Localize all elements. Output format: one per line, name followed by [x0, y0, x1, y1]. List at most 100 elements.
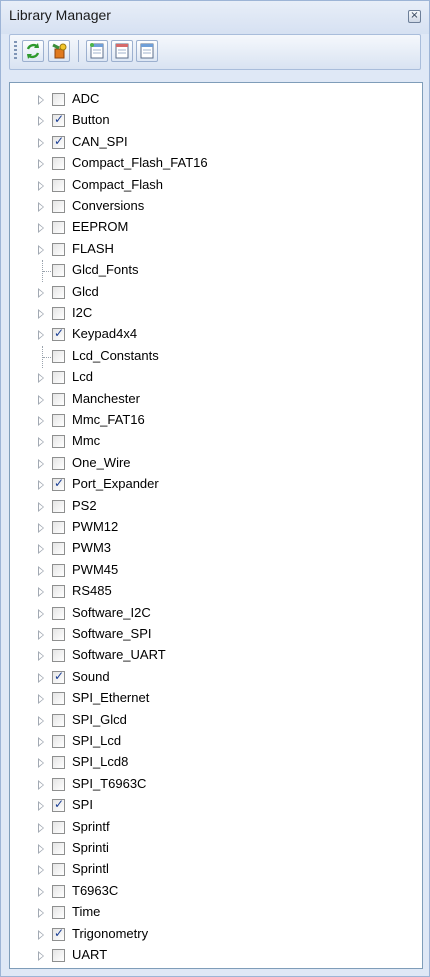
library-checkbox[interactable] — [52, 777, 65, 791]
library-checkbox[interactable] — [52, 585, 65, 599]
library-checkbox[interactable] — [52, 797, 65, 813]
expand-arrow-icon[interactable] — [38, 330, 44, 341]
expand-arrow-icon[interactable] — [38, 865, 44, 876]
library-row[interactable]: Compact_Flash — [10, 175, 422, 197]
expand-arrow-icon[interactable] — [38, 672, 44, 683]
expand-arrow-icon[interactable] — [38, 844, 44, 854]
library-row[interactable]: SPI_Lcd — [10, 731, 422, 753]
library-row[interactable]: PWM12 — [10, 517, 422, 539]
expand-arrow-icon[interactable] — [38, 886, 44, 897]
new-document-button[interactable] — [86, 40, 108, 62]
expand-arrow-icon[interactable] — [38, 737, 44, 747]
library-checkbox[interactable] — [52, 178, 65, 192]
library-row[interactable]: Lcd — [10, 367, 422, 389]
library-checkbox[interactable] — [52, 713, 65, 727]
library-checkbox[interactable] — [52, 392, 65, 406]
library-checkbox[interactable] — [52, 499, 65, 513]
library-tree[interactable]: ADC Button CAN_SPI Compact_Flash_FAT16 Compa… — [9, 82, 423, 969]
library-row[interactable]: Mmc — [10, 431, 422, 453]
expand-arrow-icon[interactable] — [38, 801, 44, 812]
library-row[interactable]: Glcd — [10, 282, 422, 304]
library-checkbox[interactable] — [52, 307, 65, 320]
library-row[interactable]: Software_UART — [10, 645, 422, 667]
expand-arrow-icon[interactable] — [38, 458, 44, 469]
library-checkbox[interactable] — [52, 414, 65, 427]
expand-arrow-icon[interactable] — [38, 394, 44, 405]
library-checkbox[interactable] — [52, 349, 65, 363]
library-row[interactable]: Lcd_Constants — [10, 345, 422, 368]
library-row[interactable]: SPI_T6963C — [10, 774, 422, 796]
library-row[interactable]: SPI_Ethernet — [10, 688, 422, 710]
expand-arrow-icon[interactable] — [38, 951, 44, 961]
expand-arrow-icon[interactable] — [38, 651, 44, 662]
library-row[interactable]: T6963C — [10, 881, 422, 903]
expand-arrow-icon[interactable] — [38, 223, 44, 234]
library-checkbox[interactable] — [52, 884, 65, 898]
library-row[interactable]: CAN_SPI — [10, 132, 422, 154]
library-checkbox[interactable] — [52, 456, 65, 470]
refresh-button[interactable] — [22, 40, 44, 62]
library-checkbox[interactable] — [52, 93, 65, 106]
library-checkbox[interactable] — [52, 842, 65, 855]
library-row[interactable]: PS2 — [10, 496, 422, 518]
library-row[interactable]: Manchester — [10, 389, 422, 411]
library-row[interactable]: PWM3 — [10, 538, 422, 560]
library-checkbox[interactable] — [52, 863, 65, 877]
expand-arrow-icon[interactable] — [38, 159, 44, 170]
expand-arrow-icon[interactable] — [38, 587, 44, 598]
expand-arrow-icon[interactable] — [38, 523, 44, 533]
save-document-button[interactable] — [136, 40, 158, 62]
library-row[interactable]: Software_SPI — [10, 624, 422, 646]
library-checkbox[interactable] — [52, 606, 65, 620]
library-checkbox[interactable] — [52, 542, 65, 556]
expand-arrow-icon[interactable] — [38, 309, 44, 319]
library-row[interactable]: Button — [10, 110, 422, 132]
expand-arrow-icon[interactable] — [38, 565, 44, 576]
library-row[interactable]: One_Wire — [10, 453, 422, 475]
library-checkbox[interactable] — [52, 906, 65, 920]
library-row[interactable]: SPI_Glcd — [10, 710, 422, 732]
expand-arrow-icon[interactable] — [38, 480, 44, 491]
library-checkbox[interactable] — [52, 926, 65, 941]
library-row[interactable]: EEPROM — [10, 217, 422, 239]
library-row[interactable]: I2C — [10, 303, 422, 325]
library-row[interactable]: FLASH — [10, 239, 422, 261]
expand-arrow-icon[interactable] — [38, 437, 44, 448]
expand-arrow-icon[interactable] — [38, 630, 44, 640]
library-row[interactable]: Mmc_FAT16 — [10, 410, 422, 432]
open-document-button[interactable] — [111, 40, 133, 62]
library-checkbox[interactable] — [52, 949, 65, 962]
library-row[interactable]: UART — [10, 945, 422, 967]
library-checkbox[interactable] — [52, 134, 65, 149]
library-checkbox[interactable] — [52, 521, 65, 534]
expand-arrow-icon[interactable] — [38, 373, 44, 384]
library-checkbox[interactable] — [52, 435, 65, 449]
expand-arrow-icon[interactable] — [38, 758, 44, 769]
library-row[interactable]: Sprinti — [10, 838, 422, 860]
library-row[interactable]: Sprintf — [10, 817, 422, 839]
library-row[interactable]: Conversions — [10, 196, 422, 218]
expand-arrow-icon[interactable] — [38, 244, 44, 255]
library-row[interactable]: Time — [10, 902, 422, 924]
library-row[interactable]: RS485 — [10, 581, 422, 603]
library-checkbox[interactable] — [52, 756, 65, 770]
library-checkbox[interactable] — [52, 242, 65, 256]
library-checkbox[interactable] — [52, 669, 65, 684]
library-row[interactable]: Glcd_Fonts — [10, 260, 422, 283]
expand-arrow-icon[interactable] — [38, 908, 44, 919]
library-checkbox[interactable] — [52, 692, 65, 706]
library-row[interactable]: Sound — [10, 667, 422, 689]
library-row[interactable]: Trigonometry — [10, 924, 422, 946]
library-checkbox[interactable] — [52, 563, 65, 577]
close-icon[interactable]: × — [408, 10, 421, 23]
library-checkbox[interactable] — [52, 264, 65, 278]
expand-arrow-icon[interactable] — [38, 501, 44, 512]
expand-arrow-icon[interactable] — [38, 822, 44, 833]
library-checkbox[interactable] — [52, 221, 65, 235]
library-row[interactable]: SPI_Lcd8 — [10, 752, 422, 774]
library-checkbox[interactable] — [52, 112, 65, 128]
library-row[interactable]: Port_Expander — [10, 474, 422, 496]
expand-arrow-icon[interactable] — [38, 416, 44, 426]
library-checkbox[interactable] — [52, 326, 65, 342]
library-checkbox[interactable] — [52, 820, 65, 834]
